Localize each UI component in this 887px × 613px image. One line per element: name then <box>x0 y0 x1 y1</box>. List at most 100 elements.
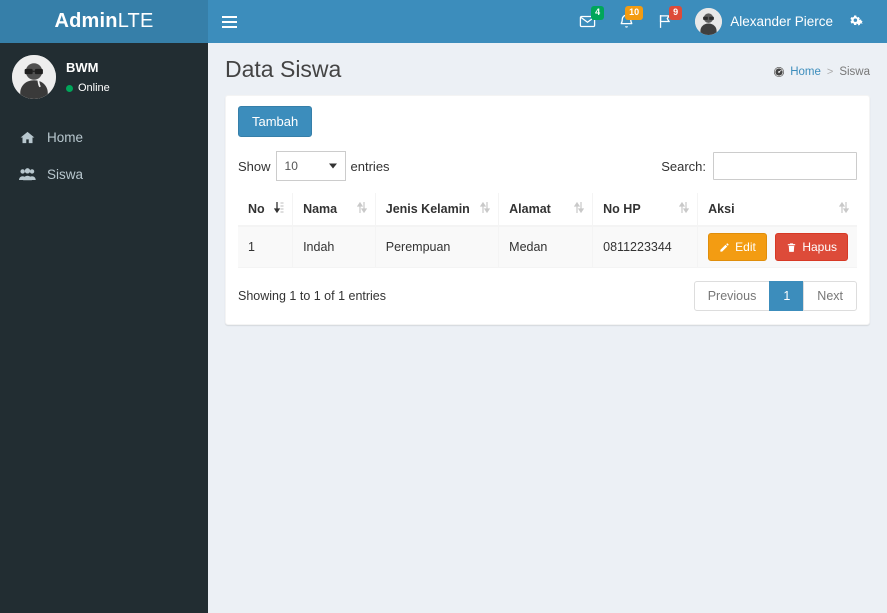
datatable-footer: Showing 1 to 1 of 1 entries Previous 1 N… <box>238 280 857 312</box>
content-wrapper: Data Siswa Home > Siswa Tambah Show 10 e… <box>208 43 887 613</box>
sidebar-item-home[interactable]: Home <box>0 119 208 156</box>
sidebar-user-status: Online <box>66 80 110 97</box>
pagination-next[interactable]: Next <box>803 281 857 311</box>
data-box-body: Tambah Show 10 entries Search: No Nama J… <box>226 96 869 324</box>
breadcrumb-current: Siswa <box>839 66 870 78</box>
breadcrumb-separator: > <box>826 66 834 78</box>
sidebar-item-siswa[interactable]: Siswa <box>0 156 208 193</box>
logo-text-bold: Admin <box>54 10 118 32</box>
column-label: Alamat <box>509 202 551 216</box>
column-header-aksi[interactable]: Aksi <box>697 193 857 227</box>
control-sidebar-toggle[interactable] <box>843 0 879 43</box>
logo-text-light: LTE <box>117 10 154 32</box>
user-name-label: Alexander Pierce <box>730 14 833 29</box>
sidebar-user-status-label: Online <box>78 82 110 94</box>
pagination-previous[interactable]: Previous <box>693 281 771 311</box>
datatable-search-control: Search: <box>661 152 857 180</box>
sort-icon <box>480 201 491 217</box>
table-row: 1 Indah Perempuan Medan 0811223344 Edit … <box>238 226 857 268</box>
sort-icon <box>356 201 367 217</box>
chevron-down-icon <box>328 163 337 169</box>
home-icon <box>18 130 37 145</box>
sidebar-user-name: BWM <box>66 59 99 75</box>
search-input[interactable] <box>713 152 857 180</box>
top-navbar: 4 10 9 Alexander Pierce <box>208 0 887 43</box>
datatable-info: Showing 1 to 1 of 1 entries <box>238 289 387 303</box>
breadcrumb-home-link[interactable]: Home <box>773 66 821 78</box>
cell-nama: Indah <box>292 226 376 268</box>
app-root: Admin LTE 4 10 9 Alexander Pierce BWM On… <box>0 0 887 613</box>
delete-button-label: Hapus <box>802 240 837 254</box>
sidebar-user-info: BWM Online <box>66 58 110 97</box>
sort-both-glyph <box>480 201 491 214</box>
online-status-dot <box>66 84 73 92</box>
users-icon-glyph <box>19 168 36 181</box>
cell-jenis-kelamin: Perempuan <box>375 226 500 268</box>
cell-aksi: Edit Hapus <box>697 226 857 268</box>
column-header-nama[interactable]: Nama <box>292 193 376 227</box>
entries-per-page-select[interactable]: 10 <box>275 151 346 181</box>
search-label: Search: <box>661 158 706 174</box>
datatable-controls: Show 10 entries Search: <box>238 149 857 183</box>
user-account-menu[interactable]: Alexander Pierce <box>685 0 843 43</box>
sidebar-avatar <box>12 55 56 99</box>
sort-icon <box>679 201 690 217</box>
dashboard-icon <box>774 67 785 77</box>
entries-per-page-value: 10 <box>284 159 298 173</box>
sidebar-toggle-button[interactable] <box>208 0 250 43</box>
pagination-page-1[interactable]: 1 <box>769 281 805 311</box>
cogs-icon <box>850 15 863 26</box>
left-sidebar: BWM Online Home Siswa <box>0 43 208 613</box>
sidebar-item-label: Siswa <box>47 167 84 182</box>
sidebar-menu: Home Siswa <box>0 119 208 193</box>
sidebar-user-panel: BWM Online <box>0 43 208 113</box>
trash-icon <box>788 242 796 252</box>
cell-alamat: Medan <box>498 226 594 268</box>
cell-no-hp: 0811223344 <box>592 226 699 268</box>
sidebar-item-siswa-wrapper: Siswa <box>0 156 208 193</box>
sort-asc-glyph <box>273 202 284 214</box>
tasks-menu[interactable]: 9 <box>646 0 685 43</box>
sort-both-glyph <box>356 201 367 214</box>
hamburger-icon <box>221 15 237 28</box>
main-header: Admin LTE 4 10 9 Alexander Pierce <box>0 0 887 43</box>
column-label: Jenis Kelamin <box>385 202 470 216</box>
notifications-menu[interactable]: 10 <box>607 0 646 43</box>
sort-both-glyph <box>574 201 585 214</box>
column-header-jenis-kelamin[interactable]: Jenis Kelamin <box>375 193 500 227</box>
navbar-right-menu: 4 10 9 Alexander Pierce <box>568 0 887 43</box>
cell-no: 1 <box>238 226 294 268</box>
data-box: Tambah Show 10 entries Search: No Nama J… <box>225 95 870 325</box>
avatar-photo <box>695 8 723 35</box>
length-label-after: entries <box>350 158 390 174</box>
sort-asc-icon <box>273 201 284 217</box>
column-header-no-hp[interactable]: No HP <box>592 193 699 227</box>
avatar-photo <box>12 55 56 99</box>
sidebar-item-home-wrapper: Home <box>0 119 208 156</box>
breadcrumb: Home > Siswa <box>773 66 870 78</box>
messages-badge: 4 <box>591 6 605 20</box>
delete-button[interactable]: Hapus <box>775 233 848 261</box>
add-button[interactable]: Tambah <box>238 106 313 137</box>
app-logo[interactable]: Admin LTE <box>0 0 208 43</box>
breadcrumb-home-label: Home <box>790 66 821 78</box>
content-header: Data Siswa Home > Siswa <box>208 43 887 95</box>
column-header-no[interactable]: No <box>238 193 294 227</box>
messages-menu[interactable]: 4 <box>568 0 607 43</box>
datatable-length-control: Show 10 entries <box>238 151 390 181</box>
table-body: 1 Indah Perempuan Medan 0811223344 Edit … <box>238 226 857 268</box>
sort-both-glyph <box>838 201 850 214</box>
pencil-icon <box>720 242 729 252</box>
sort-icon <box>838 201 850 217</box>
tasks-badge: 9 <box>669 6 683 20</box>
table-head: No Nama Jenis Kelamin Alamat No HP Aksi <box>238 193 857 227</box>
pagination: Previous 1 Next <box>693 281 857 311</box>
edit-button[interactable]: Edit <box>708 233 767 261</box>
notifications-badge: 10 <box>625 6 644 20</box>
column-label: Nama <box>303 202 338 216</box>
column-header-alamat[interactable]: Alamat <box>498 193 594 227</box>
sort-icon <box>574 201 585 217</box>
navbar-avatar <box>695 8 723 35</box>
column-label: No HP <box>603 202 641 216</box>
column-label: No <box>248 202 265 216</box>
